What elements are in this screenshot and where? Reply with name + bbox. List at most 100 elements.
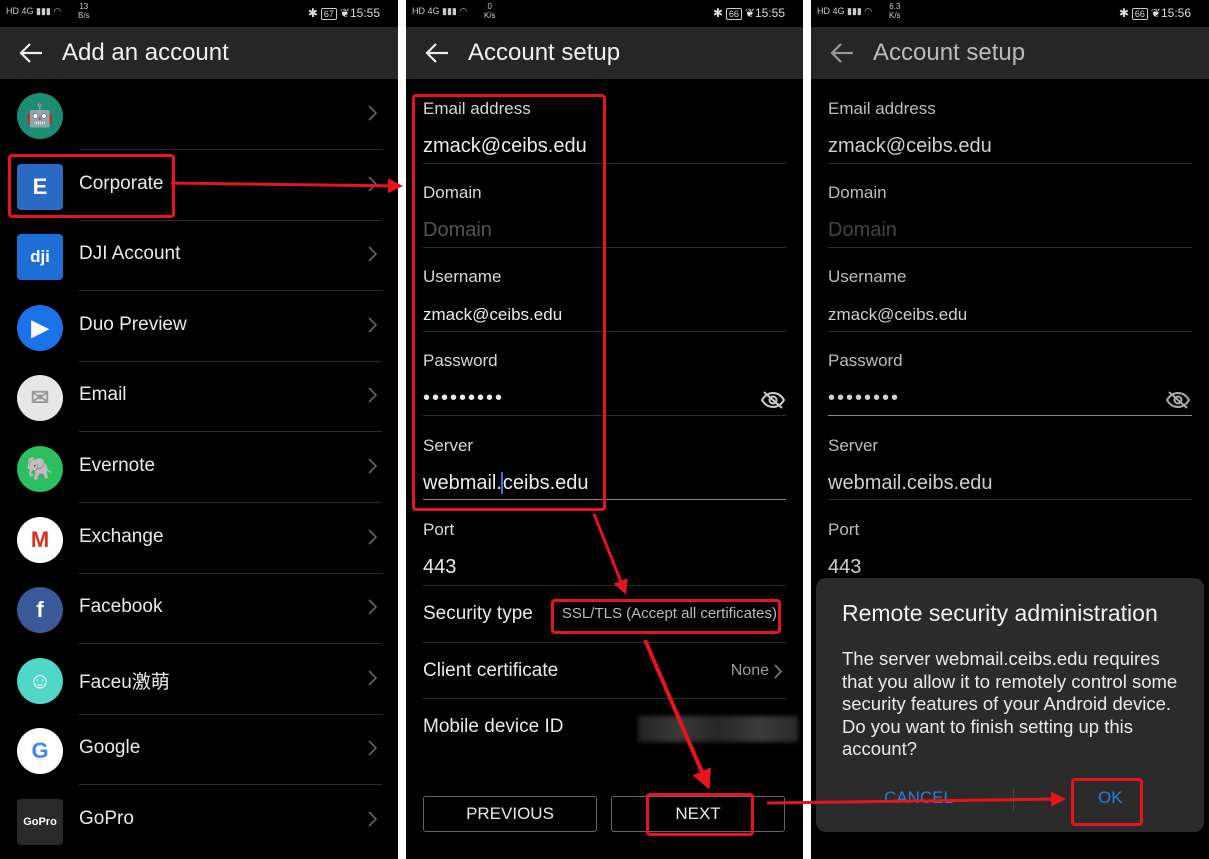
security-type-label: Security type <box>423 603 533 624</box>
page-title: Add an account <box>62 39 229 66</box>
email-icon: ✉ <box>17 375 63 422</box>
google-icon: G <box>17 728 63 775</box>
battery-icon: 66 <box>1131 8 1148 20</box>
back-arrow-icon[interactable] <box>18 41 44 65</box>
list-item[interactable]: M Exchange <box>0 504 398 574</box>
list-item-label: Exchange <box>79 525 164 547</box>
chevron-right-icon <box>368 670 378 686</box>
username-field[interactable]: zmack@ceibs.edu <box>828 305 967 325</box>
corporate-highlight-box <box>8 154 175 218</box>
list-item-label: Faceu激萌 <box>79 671 170 693</box>
chevron-right-icon <box>368 105 378 121</box>
evernote-icon: 🐘 <box>17 446 63 492</box>
clock: 15:55 <box>349 6 380 20</box>
signal-icons: HD 4G ▮▮▮ ◠ <box>817 6 873 16</box>
status-bar: HD 4G ▮▮▮ ◠ 0 K/s ✱ 66 ❦15:55 <box>406 0 803 27</box>
clock: 15:56 <box>1160 6 1191 20</box>
port-label: Port <box>828 520 860 539</box>
network-speed: 0 K/s <box>484 2 496 20</box>
password-field[interactable]: •••••••• <box>828 387 900 410</box>
list-item[interactable]: dji DJI Account <box>0 221 398 292</box>
faceu-icon: ☺ <box>17 657 63 704</box>
page-title: Account setup <box>873 39 1026 66</box>
bluetooth-icon: ✱ <box>712 6 723 20</box>
domain-label: Domain <box>828 183 887 202</box>
email-field[interactable]: zmack@ceibs.edu <box>828 135 992 158</box>
back-arrow-icon[interactable] <box>829 41 855 65</box>
page-title: Account setup <box>468 39 621 66</box>
chevron-right-icon <box>368 387 378 403</box>
email-label: Email address <box>828 99 936 118</box>
network-speed: 6.3 K/s <box>889 2 901 20</box>
chevron-right-icon <box>368 176 378 192</box>
dialog-title: Remote security administration <box>842 600 1158 626</box>
list-item-label: Facebook <box>79 596 163 618</box>
chevron-right-icon <box>368 599 378 615</box>
list-item-label: Duo Preview <box>79 313 187 335</box>
chevron-right-icon <box>368 317 378 333</box>
divider <box>828 499 1192 500</box>
port-label: Port <box>423 520 455 539</box>
form-fields-highlight-box <box>412 94 606 511</box>
clock: 15:55 <box>754 6 785 20</box>
client-certificate-label: Client certificate <box>423 660 559 681</box>
hide-password-icon[interactable] <box>1165 390 1191 410</box>
previous-button[interactable]: PREVIOUS <box>423 796 597 832</box>
chevron-right-icon <box>368 458 378 474</box>
list-item[interactable]: ▶ Duo Preview <box>0 292 398 362</box>
ok-highlight-box <box>1071 778 1143 826</box>
list-item[interactable]: 🐘 Evernote <box>0 433 398 503</box>
server-field[interactable]: webmail.ceibs.edu <box>828 472 993 495</box>
bluetooth-icon: ✱ <box>307 6 318 20</box>
list-item[interactable]: f Facebook <box>0 574 398 645</box>
status-bar: HD 4G ▮▮▮ ◠ 13 B/s ✱ 67 ❦15:55 <box>0 0 398 27</box>
list-item-label: Email <box>79 384 127 406</box>
list-item[interactable]: GoPro GoPro <box>0 786 398 856</box>
list-item-label: GoPro <box>79 808 134 829</box>
bluetooth-icon: ✱ <box>1118 6 1129 20</box>
chevron-right-icon <box>774 664 783 679</box>
signal-icons: HD 4G ▮▮▮ ◠ <box>6 6 62 16</box>
divider <box>423 585 786 586</box>
divider <box>423 698 786 699</box>
chevron-right-icon <box>368 246 378 262</box>
battery-icon: 67 <box>320 8 337 20</box>
facebook-icon: f <box>17 587 63 634</box>
next-highlight-box <box>646 793 754 836</box>
add-account-screen: HD 4G ▮▮▮ ◠ 13 B/s ✱ 67 ❦15:55 Add an accou… <box>0 0 398 859</box>
account-setup-dialog-screen: HD 4G ▮▮▮ ◠ 6.3 K/s ✱ 66 ❦15:56 Account set… <box>811 0 1209 859</box>
dji-icon: dji <box>17 234 63 281</box>
back-arrow-icon[interactable] <box>424 41 450 65</box>
app-bar: Account setup <box>406 27 803 79</box>
domain-field[interactable]: Domain <box>828 219 897 242</box>
username-label: Username <box>828 267 907 286</box>
divider <box>828 331 1192 332</box>
list-item[interactable]: ✉ Email <box>0 362 398 433</box>
battery-icon: 66 <box>725 8 742 20</box>
hide-password-icon[interactable] <box>760 390 786 410</box>
list-item[interactable]: 🤖 <box>0 80 398 150</box>
client-certificate-value[interactable]: None <box>731 662 769 680</box>
list-item-label: DJI Account <box>79 243 181 265</box>
leaf-icon: ❦ <box>744 6 755 20</box>
android-icon: 🤖 <box>17 93 63 139</box>
list-item[interactable]: G Google <box>0 715 398 786</box>
server-label: Server <box>828 436 879 455</box>
divider <box>828 415 1192 416</box>
list-item[interactable]: ☺ Faceu激萌 <box>0 645 398 715</box>
chevron-right-icon <box>368 811 378 827</box>
list-item-label: Evernote <box>79 455 156 476</box>
port-field[interactable]: 443 <box>423 556 456 579</box>
cancel-button[interactable]: CANCEL <box>884 788 953 808</box>
chevron-right-icon <box>368 740 378 756</box>
network-speed: 13 B/s <box>78 2 90 20</box>
status-bar: HD 4G ▮▮▮ ◠ 6.3 K/s ✱ 66 ❦15:56 <box>811 0 1209 27</box>
signal-icons: HD 4G ▮▮▮ ◠ <box>412 6 468 16</box>
status-right: ✱ 67 ❦15:55 <box>308 6 380 20</box>
gopro-icon: GoPro <box>17 799 63 845</box>
button-divider <box>1013 787 1014 811</box>
duo-icon: ▶ <box>17 304 63 351</box>
port-field[interactable]: 443 <box>828 556 861 579</box>
device-id-redacted <box>638 716 798 742</box>
app-bar: Account setup <box>811 27 1209 79</box>
